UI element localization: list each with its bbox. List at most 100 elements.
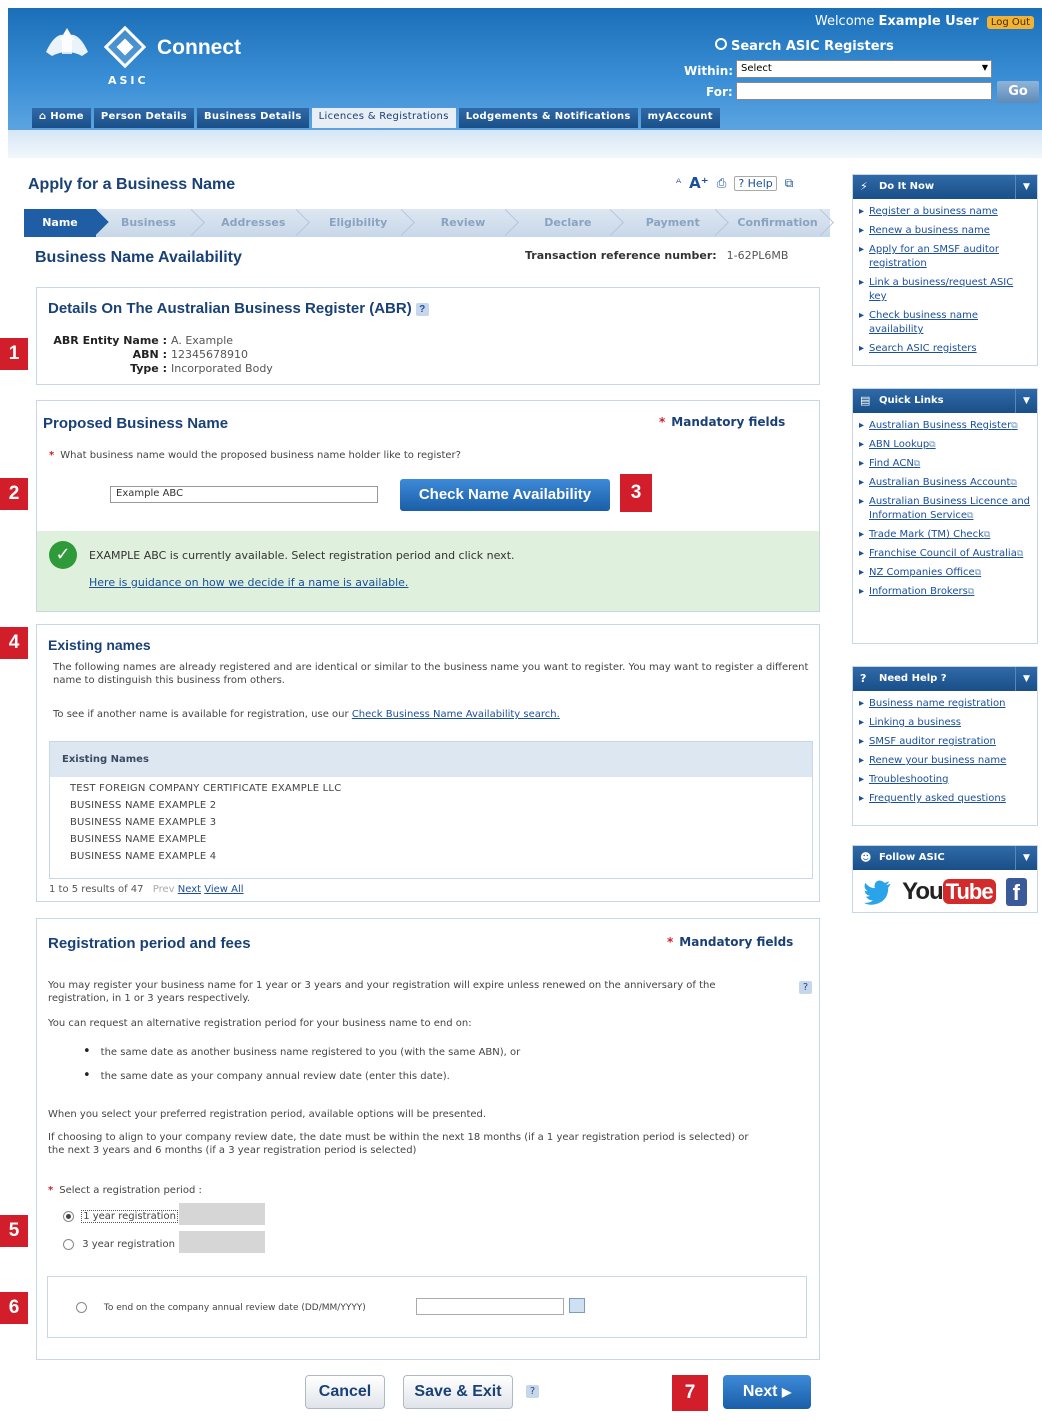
sidebar-link[interactable]: Find ACN⧉ <box>859 457 1033 471</box>
help-question-icon[interactable]: ? <box>526 1385 539 1398</box>
tab-myaccount[interactable]: myAccount <box>640 108 720 128</box>
step-payment: Payment <box>620 209 725 237</box>
external-link-icon: ⧉ <box>967 587 975 597</box>
radio-3-year[interactable] <box>63 1238 74 1250</box>
cancel-button[interactable]: Cancel <box>305 1375 385 1409</box>
quick-links-header[interactable]: ▤ Quick Links ▼ <box>853 389 1037 413</box>
tab-business-details[interactable]: Business Details <box>197 108 309 128</box>
abr-type-label: Type : <box>130 362 167 375</box>
transaction-reference: Transaction reference number: 1-62PL6MB <box>525 249 788 262</box>
facebook-icon[interactable]: f <box>1005 878 1027 906</box>
txn-label: Transaction reference number: <box>525 249 717 262</box>
logout-button[interactable]: Log Out <box>986 16 1034 29</box>
section-title: Business Name Availability <box>35 249 242 266</box>
help-question-icon[interactable]: ? <box>799 981 812 994</box>
sidebar-link[interactable]: Search ASIC registers <box>859 342 1033 356</box>
sidebar-link[interactable]: Franchise Council of Australia⧉ <box>859 547 1033 561</box>
chevron-down-icon[interactable]: ▼ <box>1015 175 1037 199</box>
next-button[interactable]: Next ▶ <box>723 1375 811 1409</box>
tab-person-details[interactable]: Person Details <box>93 108 194 128</box>
popout-icon[interactable]: ⧉ <box>785 176 794 191</box>
tab-home[interactable]: ⌂ Home <box>32 108 91 128</box>
option-review-date[interactable]: To end on the company annual review date… <box>76 1301 366 1315</box>
help-button[interactable]: ? Help <box>734 175 777 191</box>
sidebar-link[interactable]: Trade Mark (TM) Check⧉ <box>859 528 1033 542</box>
sidebar-link[interactable]: Linking a business <box>859 716 1033 730</box>
calendar-icon[interactable] <box>569 1298 585 1313</box>
tab-lodgements-notifications[interactable]: Lodgements & Notifications <box>458 108 638 128</box>
tab-licences-registrations[interactable]: Licences & Registrations <box>311 108 456 128</box>
chevron-down-icon[interactable]: ▼ <box>1015 846 1037 870</box>
chevron-down-icon[interactable]: ▼ <box>1015 667 1037 691</box>
quick-links-box: ▤ Quick Links ▼ Australian Business Regi… <box>852 388 1038 644</box>
sidebar-link[interactable]: SMSF auditor registration <box>859 735 1033 749</box>
text-smaller-icon[interactable]: ᴬ <box>676 176 681 190</box>
chevron-down-icon[interactable]: ▼ <box>1015 389 1037 413</box>
sidebar-link[interactable]: Check business name availability <box>859 309 1033 337</box>
review-date-input[interactable] <box>416 1298 564 1315</box>
sidebar-link-text: ABN Lookup <box>869 439 930 450</box>
required-star-icon: * <box>49 450 55 461</box>
twitter-icon[interactable] <box>863 876 892 908</box>
need-help-header[interactable]: ? Need Help ? ▼ <box>853 667 1037 691</box>
follow-asic-header[interactable]: ☻ Follow ASIC ▼ <box>853 846 1037 870</box>
sidebar-link[interactable]: Information Brokers⧉ <box>859 585 1033 599</box>
sidebar-link[interactable]: Frequently asked questions <box>859 792 1033 806</box>
option-1-year[interactable]: 1 year registration <box>63 1210 178 1224</box>
sidebar-link[interactable]: Renew a business name <box>859 224 1033 238</box>
site-header: Connect ASIC Welcome Example User Log Ou… <box>8 8 1042 130</box>
text-larger-icon[interactable]: A⁺ <box>689 174 709 192</box>
step-addresses: Addresses <box>201 209 306 237</box>
check-name-availability-button[interactable]: Check Name Availability <box>400 479 610 511</box>
sidebar-link[interactable]: NZ Companies Office⧉ <box>859 566 1033 580</box>
option-3-year[interactable]: 3 year registration <box>63 1238 175 1252</box>
sidebar-link[interactable]: ABN Lookup⧉ <box>859 438 1033 452</box>
sub-header-bar <box>8 130 1042 158</box>
external-link-icon: ⧉ <box>983 530 991 540</box>
do-it-now-header[interactable]: ⚡ Do It Now ▼ <box>853 175 1037 199</box>
link-icon: ▤ <box>860 394 871 407</box>
business-name-input[interactable]: Example ABC <box>110 486 378 503</box>
search-title-text: Search ASIC Registers <box>731 39 894 54</box>
step-progress: Name Business Addresses Eligibility Revi… <box>24 209 830 237</box>
sidebar-link[interactable]: Business name registration <box>859 697 1033 711</box>
save-exit-button[interactable]: Save & Exit <box>403 1375 513 1409</box>
sidebar-link-text: Australian Business Licence and Informat… <box>869 496 1031 521</box>
sidebar-link[interactable]: Apply for an SMSF auditor registration <box>859 243 1033 271</box>
txn-value: 1-62PL6MB <box>726 249 789 262</box>
radio-1-year[interactable] <box>63 1210 74 1222</box>
sidebar-link[interactable]: Register a business name <box>859 205 1033 219</box>
radio-review-date[interactable] <box>76 1302 87 1313</box>
search-input[interactable] <box>736 82 992 100</box>
sidebar-link[interactable]: Australian Business Licence and Informat… <box>859 495 1033 523</box>
sidebar-link[interactable]: Renew your business name <box>859 754 1033 768</box>
social-links: You Tube f <box>853 870 1037 914</box>
print-icon[interactable]: ⎙ <box>717 176 727 191</box>
sidebar-link-text: Information Brokers <box>869 586 968 597</box>
youtube-icon[interactable]: You Tube <box>902 878 996 906</box>
within-select[interactable]: Select <box>736 60 992 78</box>
external-link-icon: ⧉ <box>1016 549 1024 559</box>
proposed-title: Proposed Business Name <box>43 415 229 432</box>
help-question-icon[interactable]: ? <box>415 302 429 316</box>
option-3-year-label: 3 year registration <box>82 1239 175 1250</box>
existing-see-prefix: To see if another name is available for … <box>53 709 349 720</box>
quick-links-title: Quick Links <box>879 395 944 406</box>
pager-view-all-link[interactable]: View All <box>204 884 243 895</box>
list-item: TEST FOREIGN COMPANY CERTIFICATE EXAMPLE… <box>70 783 342 794</box>
annotation-marker-3: 3 <box>620 474 652 512</box>
sidebar-link-text: NZ Companies Office <box>869 567 975 578</box>
external-link-icon: ⧉ <box>967 511 974 521</box>
check-availability-search-link[interactable]: Check Business Name Availability search. <box>352 709 560 720</box>
youtube-tube-text: Tube <box>942 879 996 904</box>
availability-message: EXAMPLE ABC is currently available. Sele… <box>89 549 515 562</box>
sidebar-link[interactable]: Troubleshooting <box>859 773 1033 787</box>
sidebar-link[interactable]: Link a business/request ASIC key <box>859 276 1033 304</box>
go-button[interactable]: Go <box>997 81 1039 103</box>
sidebar-link[interactable]: Australian Business Register⧉ <box>859 419 1033 433</box>
sidebar-link[interactable]: Australian Business Account⧉ <box>859 476 1033 490</box>
abr-title: Details On The Australian Business Regis… <box>48 300 429 317</box>
pager-next-link[interactable]: Next <box>178 884 201 895</box>
guidance-link[interactable]: Here is guidance on how we decide if a n… <box>89 576 408 589</box>
pager-prev: Prev <box>152 884 175 895</box>
